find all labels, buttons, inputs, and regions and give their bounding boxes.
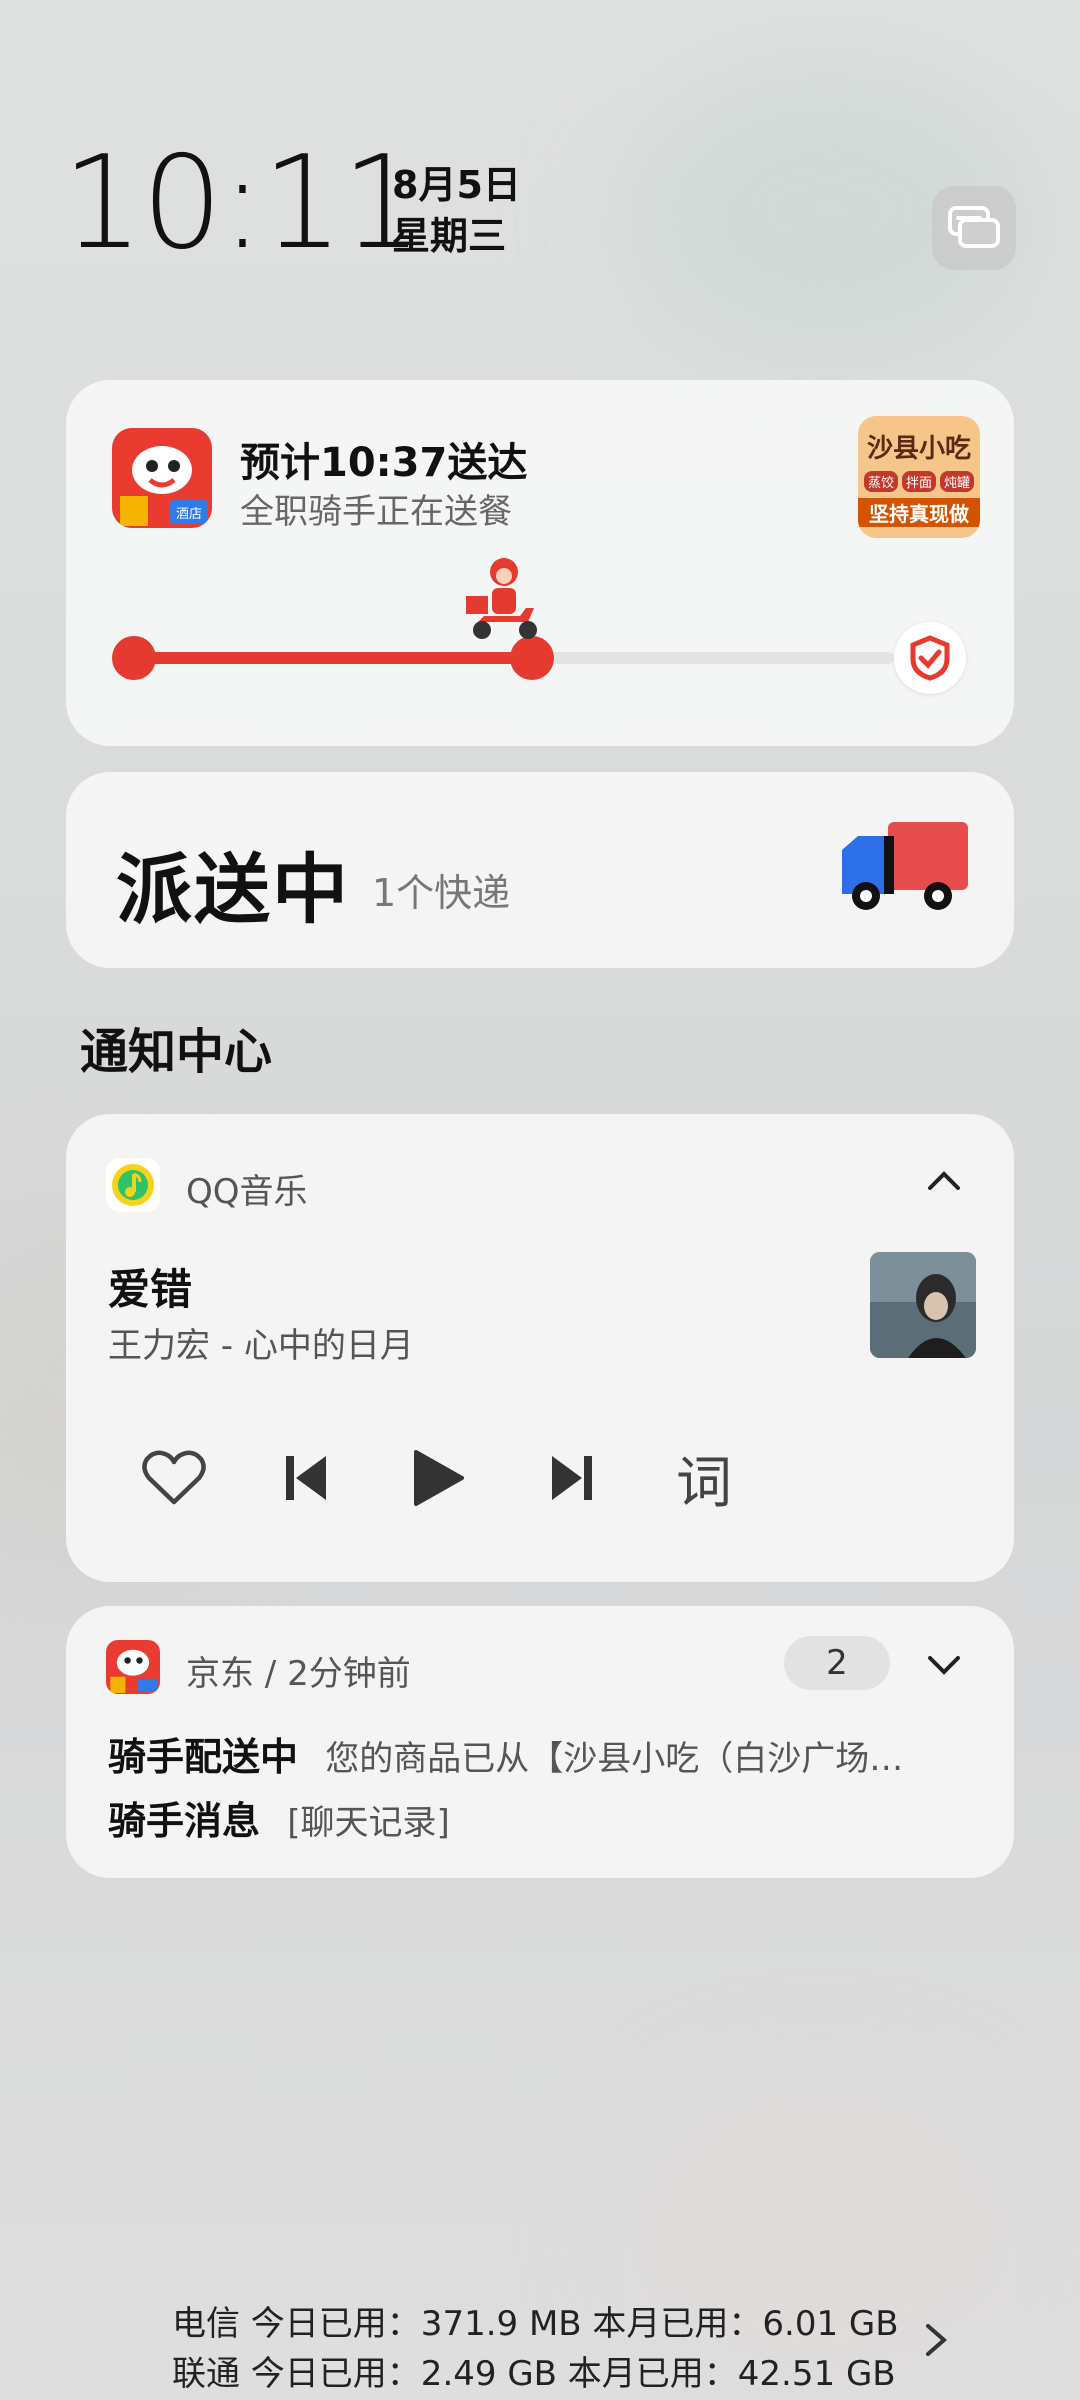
- album-cover: [870, 1252, 976, 1358]
- jd-message-row[interactable]: 骑手消息 [聊天记录]: [108, 1790, 958, 1845]
- data-usage-chevron-right-icon[interactable]: [918, 2318, 954, 2366]
- music-app-name: QQ音乐: [186, 1172, 308, 1212]
- shop-logo-tag: 拌面: [901, 470, 936, 492]
- shop-logo-slogan: 坚持真现做: [858, 497, 980, 527]
- song-artist-album: 王力宏 - 心中的日月: [108, 1326, 414, 1366]
- jd-message-row[interactable]: 骑手配送中 您的商品已从【沙县小吃（白沙广场…: [108, 1726, 958, 1781]
- delivery-eta: 预计10:37送达: [240, 440, 528, 486]
- express-status-title: 派送中: [116, 845, 350, 934]
- data-usage-unicom: 联通 今日已用：2.49 GB 本月已用：42.51 GB: [172, 2354, 896, 2394]
- date-text: 8月5日: [392, 163, 521, 207]
- destination-check-icon: [894, 622, 966, 694]
- like-button[interactable]: [134, 1438, 214, 1518]
- track-point-shop: [112, 636, 156, 680]
- play-button[interactable]: [398, 1438, 478, 1518]
- notification-count-badge: 2: [784, 1636, 890, 1690]
- card-edit-button[interactable]: [932, 186, 1016, 270]
- data-usage-telecom: 电信 今日已用：371.9 MB 本月已用：6.01 GB: [172, 2304, 899, 2344]
- previous-button[interactable]: [266, 1438, 346, 1518]
- expand-chevron-down-icon[interactable]: [922, 1646, 966, 1690]
- jd-app-meta: 京东 / 2分钟前: [186, 1654, 411, 1694]
- express-count: 1个快递: [372, 871, 511, 915]
- song-title: 爱错: [108, 1265, 193, 1314]
- shop-logo-tag: 炖罐: [940, 470, 975, 492]
- play-icon: [414, 1450, 464, 1506]
- collapse-chevron-up-icon[interactable]: [922, 1160, 966, 1204]
- weekday-text: 星期三: [392, 214, 507, 259]
- date-block: 8月5日 星期三: [392, 160, 521, 263]
- previous-icon: [286, 1456, 326, 1500]
- shop-logo-tag: 蒸饺: [863, 470, 898, 492]
- jd-message-text: [聊天记录]: [287, 1803, 450, 1843]
- qq-music-icon: [106, 1158, 160, 1212]
- heart-icon: [142, 1450, 206, 1505]
- clock-time: 10:11: [62, 129, 423, 278]
- delivery-truck-icon: [838, 818, 970, 918]
- next-button[interactable]: [532, 1438, 612, 1518]
- shop-logo-name: 沙县小吃: [866, 433, 971, 464]
- svg-text:酒店: 酒店: [176, 507, 202, 522]
- shop-logo: 沙县小吃 蒸饺 拌面 炖罐 坚持真现做: [858, 416, 980, 538]
- next-icon: [552, 1456, 592, 1500]
- rider-scooter-icon: [464, 556, 544, 646]
- delivery-status: 全职骑手正在送餐: [240, 492, 512, 532]
- meituan-hotel-icon: 酒店: [112, 428, 212, 528]
- jd-message-title: 骑手配送中: [108, 1735, 299, 1779]
- lyrics-button[interactable]: 词: [664, 1438, 744, 1518]
- delivery-track-progress: [134, 652, 522, 664]
- card-edit-icon: [948, 206, 1000, 248]
- jd-app-icon: [106, 1640, 160, 1694]
- jd-message-title: 骑手消息: [108, 1799, 261, 1843]
- notification-center-title: 通知中心: [80, 1024, 273, 1080]
- jd-message-text: 您的商品已从【沙县小吃（白沙广场…: [325, 1739, 904, 1779]
